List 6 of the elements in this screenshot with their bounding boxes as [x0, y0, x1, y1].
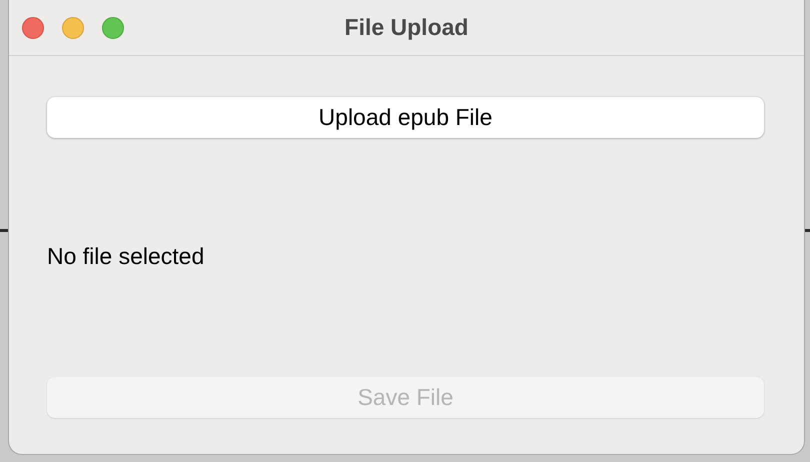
- zoom-icon[interactable]: [102, 16, 124, 38]
- minimize-icon[interactable]: [62, 16, 84, 38]
- close-icon[interactable]: [22, 16, 44, 38]
- status-text: No file selected: [47, 243, 204, 270]
- upload-button[interactable]: Upload epub File: [47, 97, 764, 138]
- window-title: File Upload: [344, 14, 468, 41]
